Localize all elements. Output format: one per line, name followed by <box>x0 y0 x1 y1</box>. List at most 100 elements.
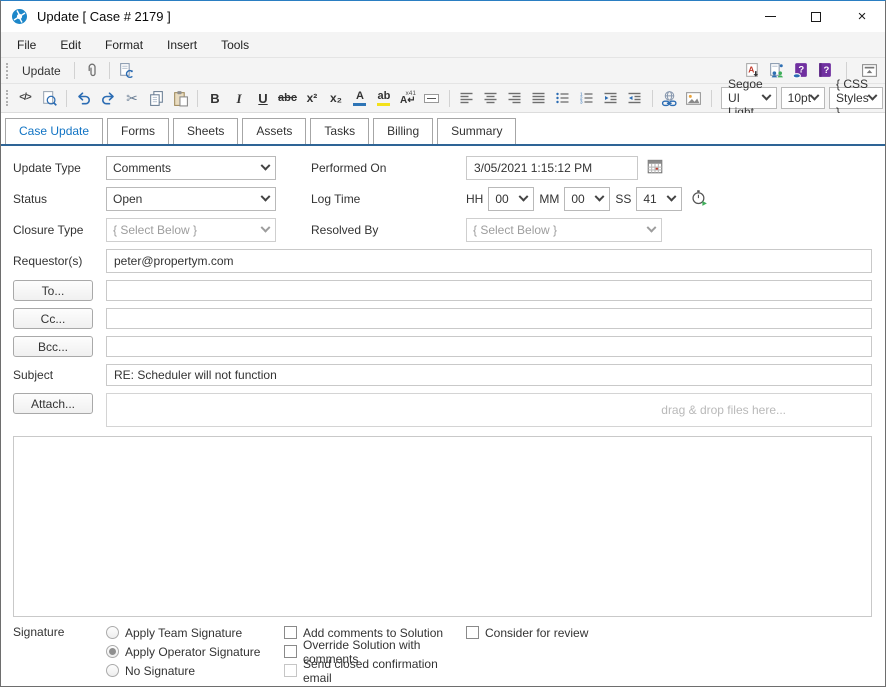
copy-icon <box>148 90 165 107</box>
format-toolbar-grip[interactable] <box>6 90 8 106</box>
closure-type-label: Closure Type <box>13 223 106 237</box>
font-color-button[interactable]: A <box>348 87 372 109</box>
attach-button[interactable]: Attach... <box>13 393 93 414</box>
superscript-button[interactable]: x² <box>300 87 324 109</box>
menu-format[interactable]: Format <box>93 34 155 56</box>
timer-button[interactable] <box>686 187 712 211</box>
calendar-button[interactable] <box>642 156 668 180</box>
bullet-list-button[interactable] <box>551 87 575 109</box>
status-select[interactable]: Open <box>106 187 276 211</box>
cut-icon: ✂ <box>126 91 138 105</box>
checkbox-send-closed-confirmation-email[interactable] <box>284 664 297 677</box>
file-dropzone[interactable]: drag & drop files here... <box>106 393 872 427</box>
mm-select[interactable]: 00 <box>564 187 610 211</box>
cc-input[interactable] <box>106 308 872 329</box>
redo-icon <box>99 90 117 106</box>
to-input[interactable] <box>106 280 872 301</box>
highlight-button[interactable]: ab <box>372 87 396 109</box>
indent-button[interactable] <box>623 87 647 109</box>
paste-button[interactable] <box>168 87 192 109</box>
insert-image-button[interactable] <box>682 87 706 109</box>
status-value: Open <box>113 192 142 206</box>
horizontal-rule-button[interactable] <box>420 87 444 109</box>
tab-case-update[interactable]: Case Update <box>5 118 103 144</box>
tab-sheets[interactable]: Sheets <box>173 118 238 144</box>
align-right-button[interactable] <box>503 87 527 109</box>
underline-button[interactable]: U <box>251 87 275 109</box>
mm-label: MM <box>539 192 559 206</box>
ss-select[interactable]: 41 <box>636 187 682 211</box>
italic-icon: I <box>236 92 241 105</box>
update-case-window: Update [ Case # 2179 ] × FileEditFormatI… <box>0 0 886 687</box>
menu-file[interactable]: File <box>5 34 48 56</box>
numbered-list-button[interactable]: 123 <box>575 87 599 109</box>
menu-tools[interactable]: Tools <box>209 34 261 56</box>
performed-on-input[interactable]: 3/05/2021 1:15:12 PM <box>466 156 638 180</box>
radio-apply-team-signature[interactable] <box>106 626 119 639</box>
cut-button[interactable]: ✂ <box>120 87 144 109</box>
tab-summary[interactable]: Summary <box>437 118 516 144</box>
resolved-by-select[interactable]: { Select Below } <box>466 218 662 242</box>
copy-button[interactable] <box>144 87 168 109</box>
chevron-down-icon <box>595 191 605 201</box>
tab-billing[interactable]: Billing <box>373 118 433 144</box>
menu-insert[interactable]: Insert <box>155 34 209 56</box>
undo-button[interactable] <box>72 87 96 109</box>
close-button[interactable]: × <box>839 1 885 32</box>
attachment-button[interactable] <box>80 60 104 82</box>
subject-input[interactable]: RE: Scheduler will not function <box>106 364 872 386</box>
solution-link-button[interactable]: ? <box>788 60 812 82</box>
closure-type-select[interactable]: { Select Below } <box>106 218 276 242</box>
cc-button[interactable]: Cc... <box>13 308 93 329</box>
subscript-button[interactable]: x₂ <box>324 87 348 109</box>
code-view-button[interactable]: </> <box>13 87 37 109</box>
align-center-button[interactable] <box>479 87 503 109</box>
align-left-button[interactable] <box>455 87 479 109</box>
italic-button[interactable]: I <box>227 87 251 109</box>
align-justify-icon <box>530 90 547 106</box>
redo-button[interactable] <box>96 87 120 109</box>
minimize-button[interactable] <box>747 1 793 32</box>
outdent-button[interactable] <box>599 87 623 109</box>
svg-text:3: 3 <box>580 100 583 105</box>
update-type-select[interactable]: Comments <box>106 156 276 180</box>
hyperlink-button[interactable] <box>658 87 682 109</box>
maximize-button[interactable] <box>793 1 839 32</box>
hh-select[interactable]: 00 <box>488 187 534 211</box>
bcc-button[interactable]: Bcc... <box>13 336 93 357</box>
message-body-editor[interactable] <box>13 436 872 617</box>
toolbar-separator <box>74 62 75 79</box>
tab-assets[interactable]: Assets <box>242 118 306 144</box>
toolbar-grip[interactable] <box>6 63 9 79</box>
char-code-button[interactable]: x41A↵ <box>396 87 420 109</box>
menu-bar: FileEditFormatInsertTools <box>1 32 885 57</box>
align-justify-button[interactable] <box>527 87 551 109</box>
css-styles-select[interactable]: { CSS Styles } <box>829 87 883 109</box>
menu-edit[interactable]: Edit <box>48 34 93 56</box>
bcc-input[interactable] <box>106 336 872 357</box>
document-refresh-button[interactable] <box>115 60 139 82</box>
print-preview-icon <box>41 90 58 107</box>
toolbar-separator <box>711 90 712 107</box>
bold-button[interactable]: B <box>203 87 227 109</box>
radio-apply-operator-signature[interactable] <box>106 645 119 658</box>
tab-tasks[interactable]: Tasks <box>310 118 369 144</box>
hh-value: 00 <box>495 192 508 206</box>
checkbox-add-comments-to-solution[interactable] <box>284 626 297 639</box>
svg-text:?: ? <box>823 65 829 76</box>
tab-forms[interactable]: Forms <box>107 118 169 144</box>
help-book-icon: ? <box>816 62 833 79</box>
outdent-icon <box>602 90 619 106</box>
print-preview-button[interactable] <box>37 87 61 109</box>
assign-people-button[interactable] <box>764 60 788 82</box>
checkbox-consider-for-review[interactable] <box>466 626 479 639</box>
help-book-button[interactable]: ? <box>812 60 836 82</box>
checkbox-override-solution-with-comments[interactable] <box>284 645 297 658</box>
update-button[interactable]: Update <box>14 60 69 82</box>
font-family-select[interactable]: Segoe UI Light <box>721 87 777 109</box>
requestors-input[interactable]: peter@propertym.com <box>106 249 872 273</box>
to-button[interactable]: To... <box>13 280 93 301</box>
radio-no-signature[interactable] <box>106 664 119 677</box>
font-size-select[interactable]: 10pt <box>781 87 825 109</box>
strikethrough-button[interactable]: abc <box>275 87 300 109</box>
